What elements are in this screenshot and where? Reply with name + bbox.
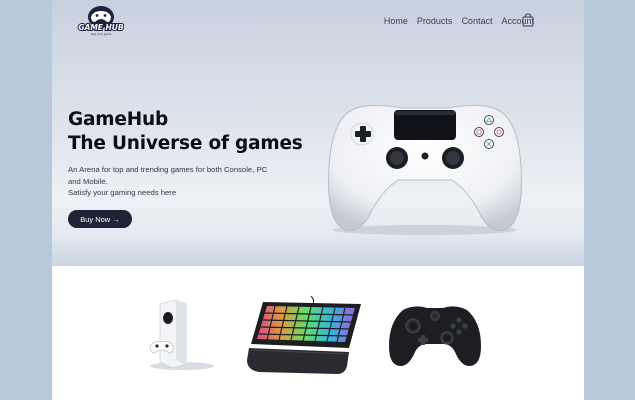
- console-icon[interactable]: [142, 296, 216, 372]
- nav-contact-link[interactable]: Contact: [461, 16, 492, 26]
- main-nav: Home Products Contact Account: [384, 16, 534, 26]
- products-section: [52, 266, 584, 400]
- nav-home-link[interactable]: Home: [384, 16, 408, 26]
- controller-icon[interactable]: [385, 300, 485, 372]
- gamehub-logo[interactable]: GAME HUB play your game: [74, 5, 128, 37]
- hero-title: GameHub The Universe of games: [68, 109, 303, 154]
- nav-products-link[interactable]: Products: [417, 16, 453, 26]
- buy-now-button[interactable]: Buy Now →: [68, 210, 132, 228]
- shopping-bag-icon[interactable]: [522, 13, 534, 27]
- hero-controller-image: [328, 104, 522, 235]
- hero-description: An Arena for top and trending games for …: [68, 165, 268, 197]
- logo-tagline: play your game: [91, 32, 112, 36]
- logo-wordmark: GAME HUB: [78, 23, 124, 32]
- page: GAME HUB play your game Home Products Co…: [52, 0, 584, 400]
- hero-section: GAME HUB play your game Home Products Co…: [52, 0, 584, 266]
- keyboard-icon[interactable]: [245, 294, 363, 378]
